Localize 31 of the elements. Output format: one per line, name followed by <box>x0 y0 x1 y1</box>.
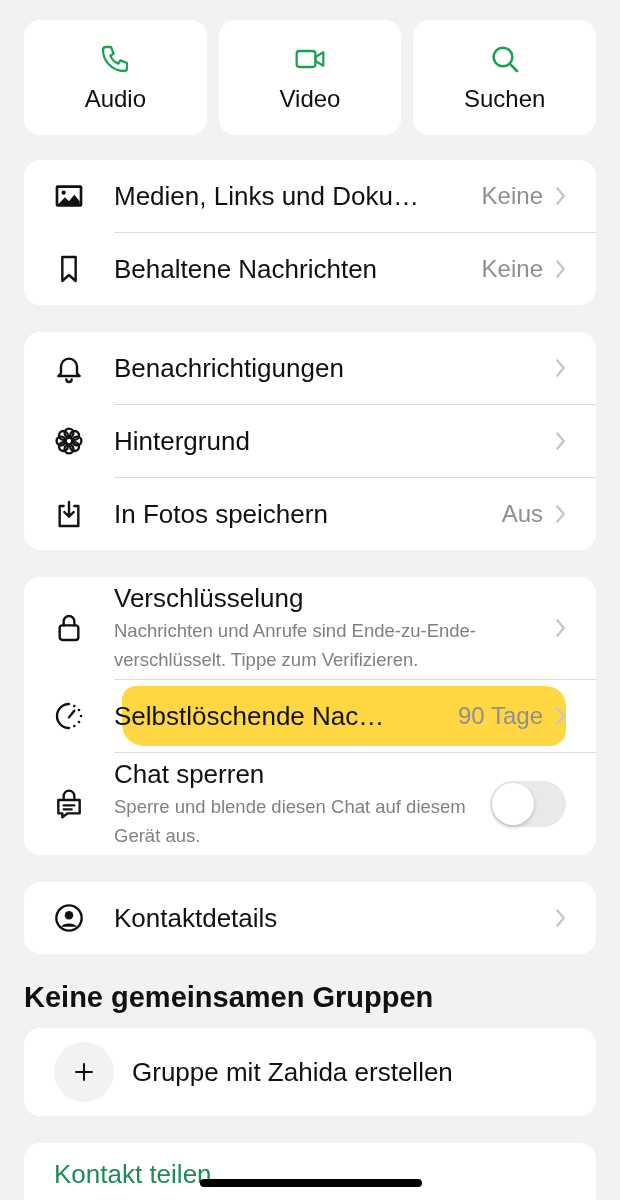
chevron-icon[interactable] <box>555 259 566 279</box>
flower-icon <box>53 424 85 457</box>
chevron-icon[interactable] <box>555 186 566 206</box>
action-button[interactable]: Video <box>218 20 402 135</box>
person-circle-icon <box>53 902 85 934</box>
share-contact-link[interactable]: Kontakt teilen <box>54 1159 212 1189</box>
action-button[interactable]: Audio <box>24 20 207 135</box>
chevron-icon[interactable] <box>555 908 566 928</box>
row-label[interactable]: Behaltene Nachrichten <box>114 253 378 285</box>
row-value: Keine <box>481 255 543 283</box>
row-label[interactable]: Chat sperren <box>114 758 265 790</box>
chevron-icon[interactable] <box>555 504 566 524</box>
row-label[interactable]: Kontaktdetails <box>114 902 278 934</box>
row-description: Sperre und blende diesen Chat auf diesem Gerät aus. <box>114 794 467 848</box>
row-description: Nachrichten und Anrufe sind Ende-zu-Ende-verschlüsselt. Tippe zum Verifizieren. <box>114 618 477 672</box>
chevron-icon[interactable] <box>555 431 566 451</box>
row-label[interactable]: Verschlüsselung <box>114 582 304 614</box>
row-value: 90 Tage <box>458 702 543 730</box>
row-label[interactable]: Hintergrund <box>114 425 250 457</box>
chevron-icon[interactable] <box>555 358 566 378</box>
row-label[interactable]: In Fotos speichern <box>114 498 328 530</box>
section-heading: Keine gemeinsamen Gruppen <box>24 981 435 1014</box>
row-label[interactable]: Benachrichtigungen <box>114 352 344 384</box>
chevron-icon[interactable] <box>555 706 566 726</box>
create-group-link[interactable]: Gruppe mit Zahida erstellen <box>132 1056 453 1088</box>
row-value: Aus <box>501 500 543 528</box>
toggle-switch[interactable] <box>490 781 566 827</box>
row-value: Keine <box>481 182 543 210</box>
row-label[interactable]: Medien, Links und Doku… <box>114 180 419 212</box>
chevron-icon[interactable] <box>555 618 566 638</box>
action-button[interactable]: Suchen <box>413 20 596 135</box>
